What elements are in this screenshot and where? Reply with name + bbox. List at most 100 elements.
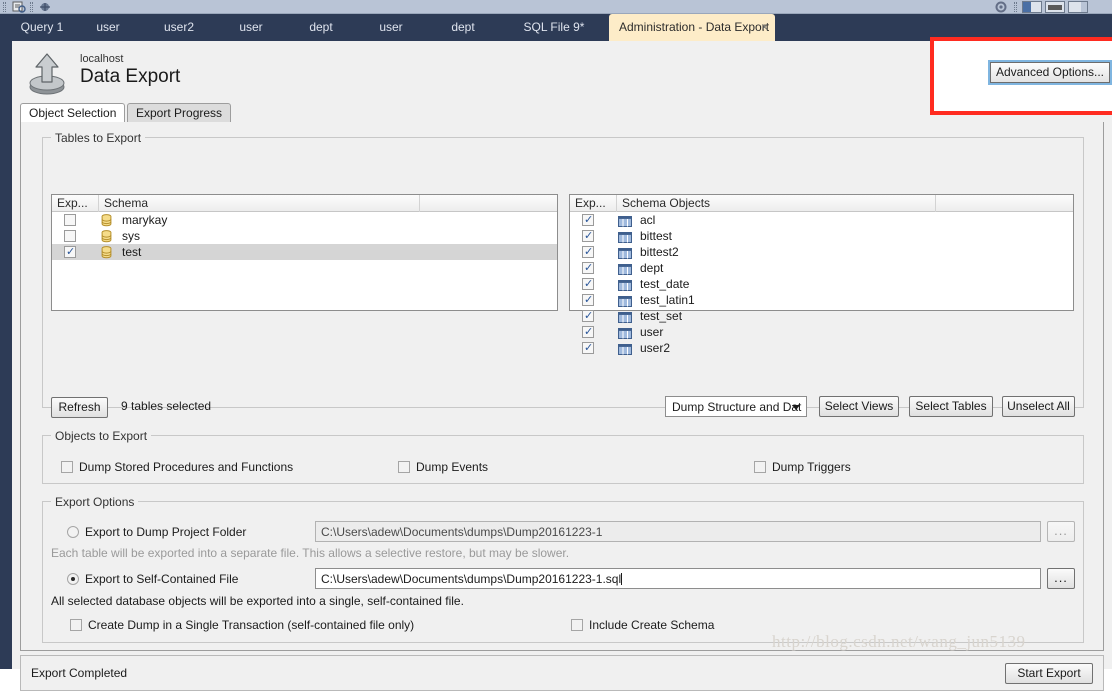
column-header-schema[interactable]: Schema	[99, 195, 420, 212]
tab-label: Query 1	[20, 20, 64, 34]
schema-list-header: Exp... Schema	[52, 195, 557, 212]
column-header-export[interactable]: Exp...	[52, 195, 99, 212]
table-icon	[618, 215, 632, 227]
schema-list-pane[interactable]: Exp... Schema marykay sys ✓ test	[51, 194, 558, 311]
schema-checkbox[interactable]	[64, 230, 76, 242]
list-item[interactable]: test_set	[570, 308, 1073, 324]
column-header-schema-objects[interactable]: Schema Objects	[617, 195, 936, 212]
browse-dump-project-folder-button[interactable]: ...	[1047, 521, 1075, 542]
checkbox-box[interactable]	[571, 619, 583, 631]
tab-user2[interactable]: user2	[140, 14, 218, 41]
toolbar-grip-3[interactable]	[1014, 2, 1017, 12]
dump-project-folder-path-input[interactable]: C:\Users\adew\Documents\dumps\Dump201612…	[315, 521, 1041, 542]
tab-export-progress[interactable]: Export Progress	[127, 103, 232, 123]
list-item[interactable]: acl	[570, 212, 1073, 228]
checkbox-box[interactable]	[61, 461, 73, 473]
export-upload-icon	[22, 51, 72, 99]
select-views-button[interactable]: Select Views	[819, 396, 899, 417]
sidebar-toggle-icon[interactable]	[1022, 1, 1042, 13]
tab-label: user	[239, 20, 263, 34]
schema-name: marykay	[122, 213, 168, 227]
object-checkbox[interactable]	[582, 308, 594, 324]
list-item[interactable]: user2	[570, 340, 1073, 356]
connect-icon[interactable]	[38, 1, 52, 13]
gear-icon[interactable]	[993, 1, 1009, 13]
object-checkbox[interactable]	[582, 228, 594, 244]
data-export-page: localhost Data Export Advanced Options..…	[12, 37, 1112, 691]
table-row[interactable]: sys	[52, 228, 557, 244]
table-row[interactable]: marykay	[52, 212, 557, 228]
start-export-button[interactable]: Start Export	[1005, 663, 1093, 684]
table-row[interactable]: test	[52, 244, 557, 260]
list-item[interactable]: test_date	[570, 276, 1073, 292]
tab-query-1[interactable]: Query 1	[8, 14, 76, 41]
schema-name: sys	[122, 229, 140, 243]
schema-checkbox[interactable]	[64, 214, 76, 226]
checkbox-box[interactable]	[70, 619, 82, 631]
text-caret	[621, 573, 623, 585]
schema-checkbox[interactable]	[64, 244, 76, 260]
schema-objects-pane[interactable]: Exp... Schema Objects acl bitt	[569, 194, 1075, 356]
tab-user-1[interactable]: user	[76, 14, 140, 41]
tab-dept-1[interactable]: dept	[284, 14, 358, 41]
selection-status-label: 9 tables selected	[121, 399, 212, 413]
object-name: test_date	[640, 277, 690, 291]
top-toolbar	[0, 0, 1112, 14]
self-contained-file-path-input[interactable]: C:\Users\adew\Documents\dumps\Dump201612…	[315, 568, 1041, 589]
object-checkbox[interactable]	[582, 340, 594, 356]
tab-label: user	[379, 20, 403, 34]
unselect-all-button[interactable]: Unselect All	[1002, 396, 1075, 417]
table-icon	[618, 231, 632, 243]
radio-circle[interactable]	[67, 573, 79, 585]
toolbar-grip[interactable]	[3, 2, 6, 12]
checkbox-label: Dump Events	[416, 460, 489, 474]
tab-object-selection[interactable]: Object Selection	[20, 103, 126, 123]
tab-sql-file-9[interactable]: SQL File 9*	[502, 14, 606, 41]
object-checkbox[interactable]	[582, 212, 594, 228]
refresh-button[interactable]: Refresh	[51, 397, 108, 418]
secondary-toggle-icon[interactable]	[1068, 1, 1088, 13]
output-toggle-icon[interactable]	[1045, 1, 1065, 13]
checkbox-box[interactable]	[398, 461, 410, 473]
radio-label: Export to Dump Project Folder	[85, 525, 247, 539]
dump-type-select[interactable]: Dump Structure and Dat	[665, 396, 807, 417]
select-tables-button[interactable]: Select Tables	[909, 396, 993, 417]
advanced-options-button[interactable]: Advanced Options...	[988, 60, 1112, 85]
page-title: Data Export	[80, 66, 181, 87]
export-status-text: Export Completed	[31, 666, 128, 680]
object-name: bittest	[640, 229, 673, 243]
list-item[interactable]: dept	[570, 260, 1073, 276]
tab-label: user	[96, 20, 120, 34]
object-checkbox[interactable]	[582, 276, 594, 292]
tab-user-2[interactable]: user	[218, 14, 284, 41]
column-header-objects-spacer[interactable]	[936, 195, 1075, 212]
tab-user-3[interactable]: user	[358, 14, 424, 41]
object-checkbox[interactable]	[582, 292, 594, 308]
browse-self-contained-file-button[interactable]: ...	[1047, 568, 1075, 589]
list-item[interactable]: bittest	[570, 228, 1073, 244]
list-item[interactable]: bittest2	[570, 244, 1073, 260]
toolbar-grip-2[interactable]	[30, 2, 33, 12]
object-checkbox[interactable]	[582, 244, 594, 260]
checkbox-label: Include Create Schema	[589, 618, 715, 632]
connection-host-label: localhost	[80, 53, 124, 65]
column-header-spacer[interactable]	[420, 195, 557, 212]
table-icon	[618, 263, 632, 275]
radio-label: Export to Self-Contained File	[85, 572, 239, 586]
list-item[interactable]: test_latin1	[570, 292, 1073, 308]
radio-circle[interactable]	[67, 526, 79, 538]
checkbox-label: Dump Triggers	[772, 460, 851, 474]
tab-label: user2	[163, 20, 195, 34]
object-checkbox[interactable]	[582, 324, 594, 340]
list-item[interactable]: user	[570, 324, 1073, 340]
column-header-export-objects[interactable]: Exp...	[570, 195, 617, 212]
tab-administration-data-export[interactable]: Administration - Data Export ×	[609, 14, 775, 41]
tables-to-export-label: Tables to Export	[51, 131, 146, 145]
schema-name: test	[122, 245, 142, 259]
object-checkbox[interactable]	[582, 260, 594, 276]
dump-type-value: Dump Structure and Dat	[672, 400, 802, 414]
close-icon[interactable]: ×	[761, 14, 768, 41]
tab-dept-2[interactable]: dept	[424, 14, 502, 41]
checkbox-box[interactable]	[754, 461, 766, 473]
script-icon[interactable]	[12, 1, 26, 13]
